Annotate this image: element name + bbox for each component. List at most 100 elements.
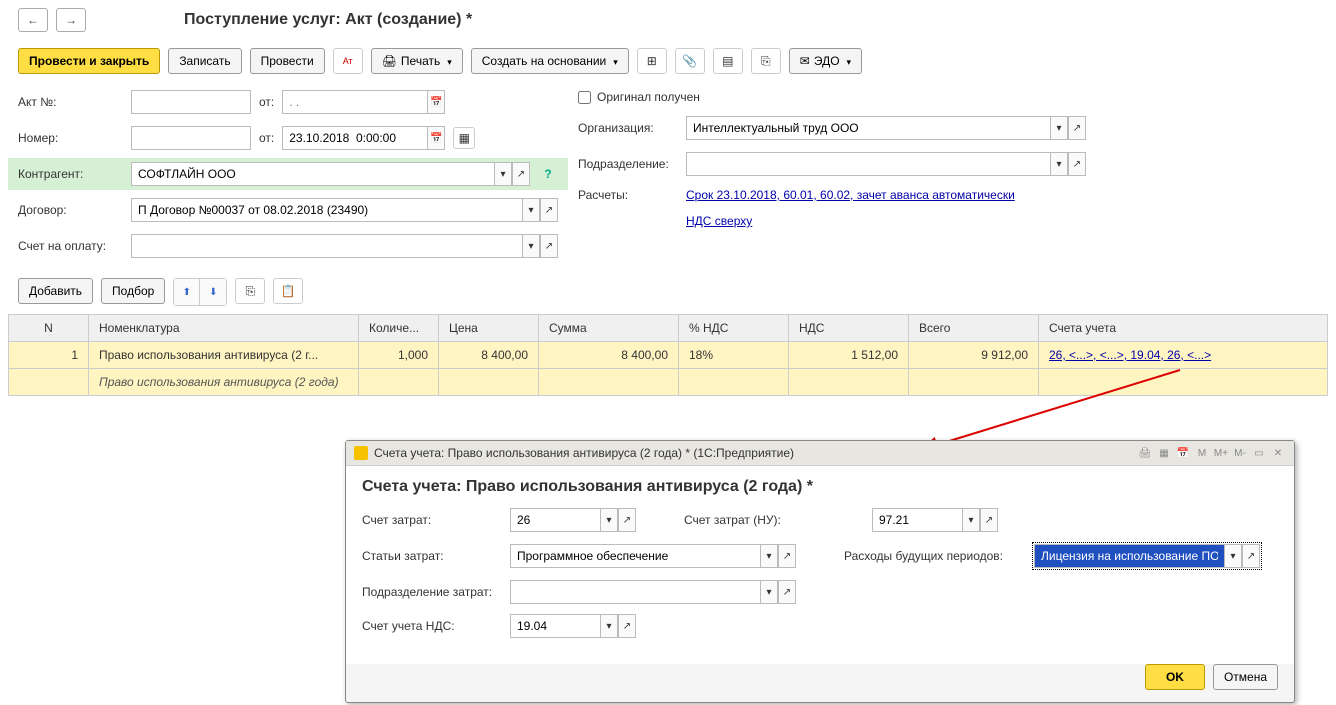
extra-icon[interactable]: ▦ [453,127,475,149]
app-icon [354,446,368,460]
schet-zatrat-nu-input[interactable] [872,508,962,532]
open-icon[interactable]: ↗ [512,162,530,186]
create-based-on-button[interactable]: Создать на основании [471,48,629,74]
back-button[interactable]: ← [18,8,48,32]
pick-button[interactable]: Подбор [101,278,165,304]
schet-zatrat-label: Счет затрат: [362,513,502,527]
open-icon[interactable]: ↗ [778,544,796,568]
doc-icon[interactable]: ⎘ [751,48,781,74]
col-n[interactable]: N [9,315,89,342]
table-row-desc: Право использования антивируса (2 года) [9,369,1328,396]
move-down-icon[interactable]: ⬇ [200,279,226,305]
dropdown-icon[interactable]: ▾ [1050,152,1068,176]
original-checkbox[interactable] [578,91,591,104]
open-icon[interactable]: ↗ [540,198,558,222]
rbp-input[interactable] [1034,544,1224,568]
items-table: N Номенклатура Количе... Цена Сумма % НД… [8,314,1328,396]
add-row-button[interactable]: Добавить [18,278,93,304]
dropdown-icon[interactable]: ▾ [600,614,618,638]
dropdown-icon[interactable]: ▾ [1050,116,1068,140]
tool-icon[interactable]: 📅 [1175,445,1191,461]
open-icon[interactable]: ↗ [980,508,998,532]
dropdown-icon[interactable]: ▾ [1224,544,1242,568]
col-price[interactable]: Цена [439,315,539,342]
dropdown-icon[interactable]: ▾ [760,580,778,604]
forward-button[interactable]: → [56,8,86,32]
col-vat[interactable]: НДС [789,315,909,342]
close-icon[interactable]: ✕ [1270,445,1286,461]
number-input[interactable] [131,126,251,150]
schet-zatrat-input[interactable] [510,508,600,532]
podrazdelenie-input[interactable] [686,152,1050,176]
nds-link[interactable]: НДС сверху [686,214,752,228]
open-icon[interactable]: ↗ [1068,116,1086,140]
paste-icon[interactable]: 📋 [273,278,303,304]
akt-date-input[interactable] [282,90,427,114]
printer-icon: 🖨 [382,54,397,68]
copy-icon[interactable]: ⎘ [235,278,265,304]
dropdown-icon[interactable]: ▾ [760,544,778,568]
dropdown-icon[interactable]: ▾ [600,508,618,532]
dropdown-icon[interactable]: ▾ [494,162,512,186]
col-total[interactable]: Всего [909,315,1039,342]
open-icon[interactable]: ↗ [778,580,796,604]
tool-m[interactable]: M [1194,445,1210,461]
col-qty[interactable]: Количе... [359,315,439,342]
tool-m-plus[interactable]: M+ [1213,445,1229,461]
accounts-cell[interactable]: 26, <...>, <...>, 19.04, 26, <...> [1039,342,1328,369]
ok-button[interactable]: OK [1145,664,1205,690]
structure-icon[interactable]: ⊞ [637,48,667,74]
organization-label: Организация: [578,121,678,135]
move-up-icon[interactable]: ⬆ [174,279,200,305]
schet-nds-input[interactable] [510,614,600,638]
schet-nds-label: Счет учета НДС: [362,619,502,633]
col-nomenklatura[interactable]: Номенклатура [89,315,359,342]
accounts-dialog: Счета учета: Право использования антивир… [345,440,1295,703]
tool-m-minus[interactable]: M- [1232,445,1248,461]
dialog-heading: Счета учета: Право использования антивир… [362,478,1278,496]
edo-button[interactable]: ✉ЭДО [789,48,862,74]
dropdown-icon[interactable]: ▾ [522,198,540,222]
organization-input[interactable] [686,116,1050,140]
open-icon[interactable]: ↗ [1242,544,1260,568]
invoice-input[interactable] [131,234,522,258]
calendar-icon-2[interactable]: 📅 [427,126,445,150]
minimize-icon[interactable]: ▭ [1251,445,1267,461]
dt-kt-icon[interactable]: Ат [333,48,363,74]
tool-icon[interactable]: 🖨 [1137,445,1153,461]
help-icon[interactable]: ? [538,167,558,181]
dropdown-icon[interactable]: ▾ [522,234,540,258]
calendar-icon[interactable]: 📅 [427,90,445,114]
dialog-window-title: Счета учета: Право использования антивир… [374,446,794,460]
post-button[interactable]: Провести [250,48,325,74]
tool-icon[interactable]: ▦ [1156,445,1172,461]
table-row[interactable]: 1 Право использования антивируса (2 г...… [9,342,1328,369]
col-accounts[interactable]: Счета учета [1039,315,1328,342]
dogovor-input[interactable] [131,198,522,222]
open-icon[interactable]: ↗ [1068,152,1086,176]
post-close-button[interactable]: Провести и закрыть [18,48,160,74]
number-label: Номер: [18,131,123,145]
col-sum[interactable]: Сумма [539,315,679,342]
raschety-link[interactable]: Срок 23.10.2018, 60.01, 60.02, зачет ава… [686,188,1015,202]
cancel-button[interactable]: Отмена [1213,664,1278,690]
open-icon[interactable]: ↗ [540,234,558,258]
akt-no-input[interactable] [131,90,251,114]
print-button[interactable]: 🖨Печать [371,48,463,74]
open-icon[interactable]: ↗ [618,508,636,532]
save-button[interactable]: Записать [168,48,241,74]
kontragent-label: Контрагент: [18,167,123,181]
from-label-1: от: [259,95,274,109]
dropdown-icon[interactable]: ▾ [962,508,980,532]
open-icon[interactable]: ↗ [618,614,636,638]
kontragent-input[interactable] [131,162,494,186]
date-input[interactable] [282,126,427,150]
attach-icon[interactable]: 📎 [675,48,705,74]
report-icon[interactable]: ▤ [713,48,743,74]
podrazdelenie-label: Подразделение: [578,157,678,171]
invoice-label: Счет на оплату: [18,239,123,253]
podrazdelenie-zatrat-input[interactable] [510,580,760,604]
raschety-label: Расчеты: [578,188,678,202]
stati-zatrat-input[interactable] [510,544,760,568]
col-vat-pct[interactable]: % НДС [679,315,789,342]
